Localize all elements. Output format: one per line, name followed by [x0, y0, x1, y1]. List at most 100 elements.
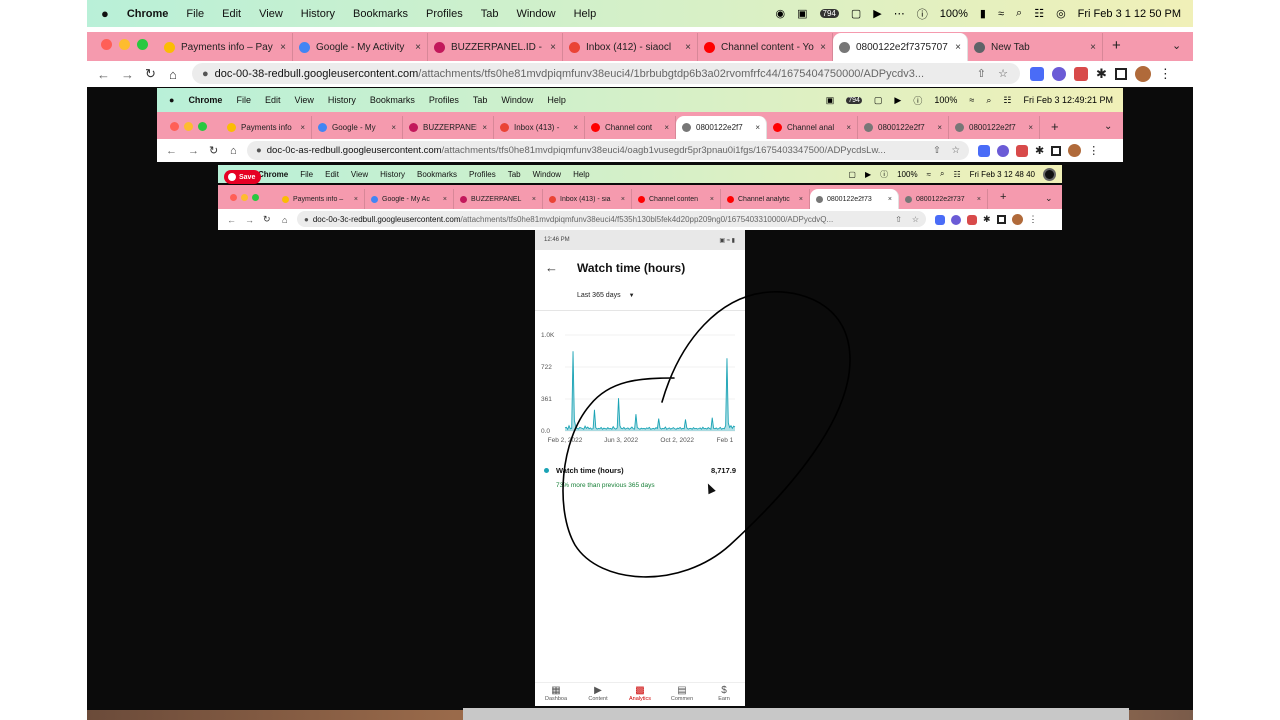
mid-extension-s-icon[interactable]: [978, 144, 990, 157]
mid-tab-close-icon[interactable]: ×: [755, 123, 760, 132]
mid-tab-2[interactable]: BUZZERPANEL ×: [403, 116, 494, 139]
mid-share-icon[interactable]: ⇧: [933, 145, 941, 156]
outer-tab-3[interactable]: Inbox (412) - siaocl ×: [563, 33, 698, 61]
apple-icon[interactable]: ●: [101, 6, 109, 21]
control-center-icon[interactable]: ☷: [1034, 7, 1044, 20]
tab-search-chevron-icon[interactable]: ⌄: [1172, 39, 1181, 52]
inner-wifi-icon[interactable]: ≈: [927, 170, 931, 179]
inner-menu-app-name[interactable]: Chrome: [258, 170, 288, 179]
inner-tab-5[interactable]: Channel analytic ×: [721, 189, 810, 209]
mid-maximize-window-button[interactable]: [198, 122, 207, 131]
inner-menu-tab[interactable]: Tab: [508, 170, 521, 179]
close-window-button[interactable]: [101, 39, 112, 50]
mid-menubar-clock[interactable]: Fri Feb 3 12:49:21 PM: [1023, 95, 1113, 105]
inner-tab-0[interactable]: Payments info – ×: [276, 189, 365, 209]
play-icon[interactable]: ▶: [873, 7, 881, 20]
mid-menu-window[interactable]: Window: [501, 95, 533, 105]
mid-tab-close-icon[interactable]: ×: [937, 123, 942, 132]
mid-tab-5[interactable]: 0800122e2f7 ×: [676, 116, 767, 139]
inner-bookmark-star-icon[interactable]: ☆: [912, 215, 919, 224]
mid-tab-0[interactable]: Payments info ×: [221, 116, 312, 139]
extensions-puzzle-icon[interactable]: ✱: [1096, 66, 1107, 82]
line-icon[interactable]: ▣: [797, 7, 807, 20]
mid-tab-6[interactable]: Channel anal ×: [767, 116, 858, 139]
menu-window[interactable]: Window: [516, 8, 555, 20]
inner-control-center-icon[interactable]: ☷: [953, 170, 960, 179]
inner-tab-close-icon[interactable]: ×: [710, 196, 714, 203]
inner-new-tab-button[interactable]: +: [1000, 191, 1006, 203]
inner-tab-4[interactable]: Channel conten ×: [632, 189, 721, 209]
mid-extension-co-icon[interactable]: [997, 144, 1009, 157]
record-icon[interactable]: ◉: [776, 7, 786, 20]
inner-info-icon[interactable]: ⓘ: [880, 169, 888, 180]
mid-menu-help[interactable]: Help: [547, 95, 566, 105]
mid-notification-badge[interactable]: 794: [846, 96, 862, 104]
nav-earn[interactable]: $ Earn: [703, 683, 745, 706]
mid-home-icon[interactable]: ⌂: [230, 145, 237, 157]
mid-control-center-icon[interactable]: ☷: [1003, 95, 1011, 106]
menu-view[interactable]: View: [259, 8, 283, 20]
menu-edit[interactable]: Edit: [222, 8, 241, 20]
inner-menubar-clock[interactable]: Fri Feb 3 12 48 40: [970, 170, 1035, 179]
extension-co-icon[interactable]: [1052, 67, 1066, 81]
inner-minimize-window-button[interactable]: [241, 194, 248, 201]
new-tab-button[interactable]: +: [1112, 37, 1121, 54]
mid-minimize-window-button[interactable]: [184, 122, 193, 131]
menu-bookmarks[interactable]: Bookmarks: [353, 8, 408, 20]
inner-tab-close-icon[interactable]: ×: [354, 196, 358, 203]
mid-menu-file[interactable]: File: [236, 95, 251, 105]
inner-reload-icon[interactable]: ↻: [263, 214, 271, 225]
mid-apple-icon[interactable]: ●: [169, 95, 174, 105]
inner-tab-close-icon[interactable]: ×: [621, 196, 625, 203]
outer-tab-1[interactable]: Google - My Activity ×: [293, 33, 428, 61]
menu-file[interactable]: File: [186, 8, 204, 20]
reload-icon[interactable]: ↻: [145, 66, 156, 82]
mid-profile-avatar[interactable]: [1068, 144, 1082, 157]
inner-tab-close-icon[interactable]: ×: [532, 196, 536, 203]
nav-content[interactable]: ▶ Content: [577, 683, 619, 706]
inner-tab-7[interactable]: 0800122e2f737 ×: [899, 189, 988, 209]
pinterest-save-button[interactable]: Save: [224, 170, 262, 184]
outer-tab-close-icon[interactable]: ×: [415, 42, 421, 53]
inner-menu-help[interactable]: Help: [573, 170, 589, 179]
menubar-clock[interactable]: Fri Feb 3 1 12 50 PM: [1078, 8, 1181, 20]
outer-tab-2[interactable]: BUZZERPANEL.ID - ×: [428, 33, 563, 61]
inner-play-icon[interactable]: ▶: [865, 170, 871, 179]
inner-menu-edit[interactable]: Edit: [325, 170, 339, 179]
mid-tab-close-icon[interactable]: ×: [1028, 123, 1033, 132]
nav-comments[interactable]: ▤ Commen: [661, 683, 703, 706]
mid-chat-icon[interactable]: ▢: [874, 95, 883, 106]
outer-tab-close-icon[interactable]: ×: [820, 42, 826, 53]
inner-tab-close-icon[interactable]: ×: [799, 196, 803, 203]
outer-tab-close-icon[interactable]: ×: [685, 42, 691, 53]
inner-forward-icon[interactable]: →: [245, 215, 254, 225]
share-icon[interactable]: ⇧: [977, 67, 986, 80]
inner-sidebar-toggle-icon[interactable]: [996, 215, 1006, 224]
search-icon[interactable]: ⌕: [1016, 7, 1022, 20]
inner-address-bar[interactable]: ● doc-0o-3c-redbull.googleusercontent.co…: [297, 211, 926, 227]
notification-badge[interactable]: 794: [819, 9, 839, 18]
nav-dashboard[interactable]: ▦ Dashboa: [535, 683, 577, 706]
inner-tab-close-icon[interactable]: ×: [888, 196, 892, 203]
profile-avatar[interactable]: [1134, 66, 1151, 82]
outer-tab-4[interactable]: Channel content - Yo ×: [698, 33, 833, 61]
inner-menu-window[interactable]: Window: [533, 170, 561, 179]
back-icon[interactable]: ←: [97, 67, 110, 82]
mid-menu-app-name[interactable]: Chrome: [188, 95, 222, 105]
menu-tab[interactable]: Tab: [481, 8, 499, 20]
extension-s-icon[interactable]: [1030, 67, 1044, 81]
mid-tab-4[interactable]: Channel cont ×: [585, 116, 676, 139]
mid-wifi-icon[interactable]: ≈: [969, 95, 974, 105]
mid-line-icon[interactable]: ▣: [826, 95, 835, 106]
inner-tab-2[interactable]: BUZZERPANEL ×: [454, 189, 543, 209]
mid-play-icon[interactable]: ▶: [894, 95, 901, 106]
inner-tab-6[interactable]: 0800122e2f73 ×: [810, 189, 899, 209]
mid-info-icon[interactable]: ⓘ: [913, 94, 922, 107]
mid-address-bar[interactable]: ● doc-0c-as-redbull.googleusercontent.co…: [247, 141, 969, 160]
mid-menu-tab[interactable]: Tab: [473, 95, 488, 105]
mid-menu-bookmarks[interactable]: Bookmarks: [370, 95, 415, 105]
outer-tab-close-icon[interactable]: ×: [955, 42, 961, 53]
mid-menu-profiles[interactable]: Profiles: [429, 95, 459, 105]
mid-tab-close-icon[interactable]: ×: [846, 123, 851, 132]
mid-tab-close-icon[interactable]: ×: [482, 123, 487, 132]
